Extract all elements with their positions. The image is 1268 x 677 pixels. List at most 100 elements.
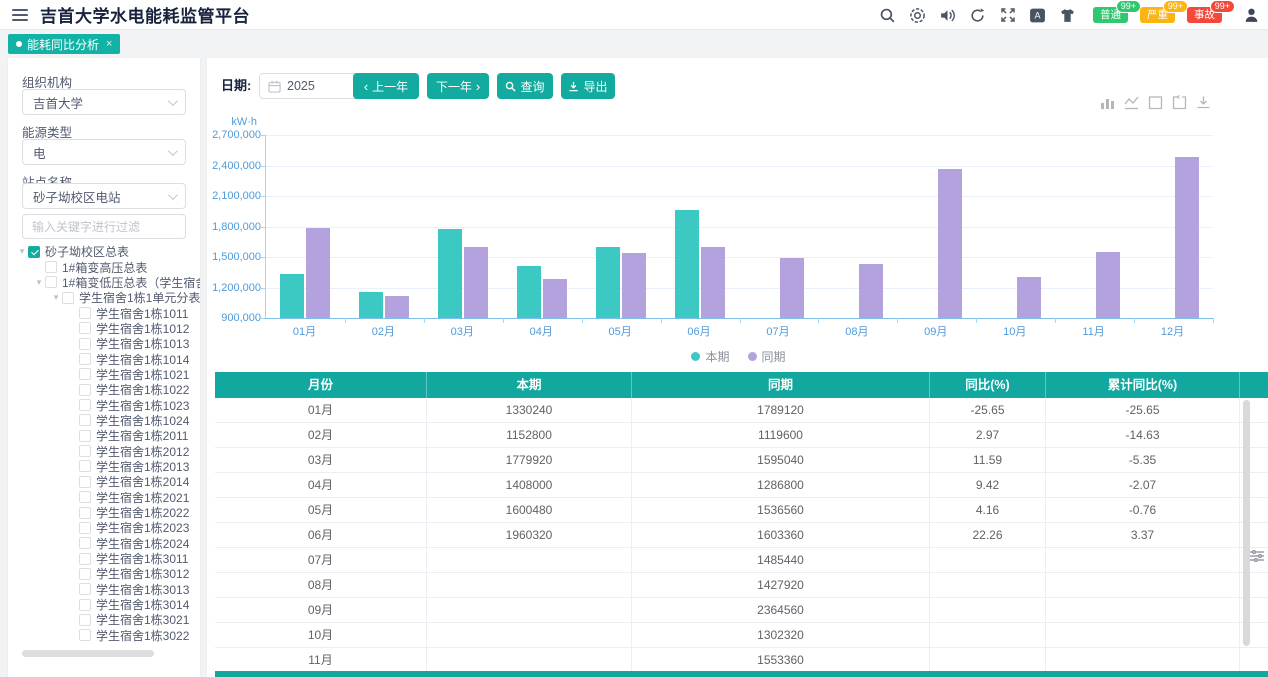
tree-item[interactable]: 学生宿舍1栋3023 bbox=[8, 643, 200, 644]
tree-checkbox[interactable] bbox=[79, 384, 91, 396]
site-name-select[interactable]: 砂子坳校区电站 bbox=[22, 183, 186, 209]
search-icon[interactable] bbox=[879, 7, 896, 24]
tree-item[interactable]: 学生宿舍1栋3021 bbox=[8, 612, 200, 627]
table-row[interactable]: 03月1779920159504011.59-5.35 bbox=[215, 448, 1268, 473]
tree-checkbox[interactable] bbox=[79, 445, 91, 457]
language-icon[interactable]: A bbox=[1029, 7, 1046, 24]
fullscreen-icon[interactable] bbox=[999, 7, 1016, 24]
query-button[interactable]: 查询 bbox=[497, 73, 553, 99]
tree-checkbox[interactable] bbox=[79, 399, 91, 411]
tree-item[interactable]: 学生宿舍1栋2022 bbox=[8, 505, 200, 520]
line-chart-icon[interactable] bbox=[1124, 95, 1139, 110]
data-view-icon[interactable] bbox=[1148, 95, 1163, 110]
caret-down-icon[interactable]: ▾ bbox=[16, 246, 28, 257]
tree-item[interactable]: 学生宿舍1栋1024 bbox=[8, 413, 200, 428]
refresh-icon[interactable] bbox=[969, 7, 986, 24]
tree-item[interactable]: 学生宿舍1栋2021 bbox=[8, 490, 200, 505]
tree-checkbox[interactable] bbox=[79, 614, 91, 626]
tree-filter-input[interactable] bbox=[22, 214, 186, 239]
caret-down-icon[interactable]: ▾ bbox=[50, 292, 62, 303]
user-avatar-icon[interactable] bbox=[1243, 7, 1260, 24]
volume-icon[interactable] bbox=[939, 7, 956, 24]
tree-checkbox[interactable] bbox=[79, 599, 91, 611]
table-row[interactable]: 09月2364560 bbox=[215, 598, 1268, 623]
tree-checkbox[interactable] bbox=[79, 507, 91, 519]
legend-item-本期[interactable]: 本期 bbox=[691, 348, 729, 365]
tree-checkbox[interactable] bbox=[79, 322, 91, 334]
tree-item[interactable]: 学生宿舍1栋2024 bbox=[8, 536, 200, 551]
tree-item[interactable]: ▾砂子坳校区总表 bbox=[8, 244, 200, 259]
caret-down-icon[interactable]: ▾ bbox=[33, 277, 45, 288]
table-row[interactable]: 05月160048015365604.16-0.76 bbox=[215, 498, 1268, 523]
tree-item[interactable]: 学生宿舍1栋3011 bbox=[8, 551, 200, 566]
tab-energy-yoy-analysis[interactable]: 能耗同比分析 × bbox=[8, 34, 120, 54]
restore-icon[interactable] bbox=[1172, 95, 1187, 110]
tree-item[interactable]: 学生宿舍1栋1021 bbox=[8, 367, 200, 382]
tree-item[interactable]: 学生宿舍1栋1022 bbox=[8, 382, 200, 397]
bar-chart-icon[interactable] bbox=[1100, 95, 1115, 110]
table-row[interactable]: 07月1485440 bbox=[215, 548, 1268, 573]
tree-checkbox[interactable] bbox=[79, 353, 91, 365]
tree-item[interactable]: 学生宿舍1栋3022 bbox=[8, 628, 200, 643]
tree-checkbox[interactable] bbox=[45, 261, 57, 273]
table-row[interactable]: 02月115280011196002.97-14.63 bbox=[215, 423, 1268, 448]
tree-checkbox[interactable] bbox=[79, 476, 91, 488]
table-row[interactable]: 08月1427920 bbox=[215, 573, 1268, 598]
tree-checkbox[interactable] bbox=[79, 307, 91, 319]
table-settings-icon[interactable] bbox=[1249, 548, 1265, 564]
alarm-badge-普通[interactable]: 普通99+ bbox=[1093, 7, 1128, 23]
year-input[interactable] bbox=[287, 79, 347, 93]
tab-close-icon[interactable]: × bbox=[106, 38, 112, 50]
tree-item[interactable]: 学生宿舍1栋3013 bbox=[8, 582, 200, 597]
table-vertical-scrollbar[interactable] bbox=[1243, 400, 1250, 646]
tree-checkbox[interactable] bbox=[79, 414, 91, 426]
tree-checkbox[interactable] bbox=[79, 522, 91, 534]
tree-checkbox[interactable] bbox=[79, 553, 91, 565]
tree-checkbox[interactable] bbox=[45, 276, 57, 288]
tree-item[interactable]: 学生宿舍1栋2023 bbox=[8, 520, 200, 535]
tree-checkbox[interactable] bbox=[28, 246, 40, 258]
next-year-button[interactable]: 下一年 › bbox=[427, 73, 489, 99]
date-input[interactable] bbox=[259, 73, 359, 99]
tree-checkbox[interactable] bbox=[79, 338, 91, 350]
tree-checkbox[interactable] bbox=[79, 583, 91, 595]
tree-item[interactable]: 学生宿舍1栋2012 bbox=[8, 443, 200, 458]
menu-toggle-icon[interactable] bbox=[12, 9, 28, 21]
record-icon[interactable] bbox=[909, 7, 926, 24]
alarm-badge-严重[interactable]: 严重99+ bbox=[1140, 7, 1175, 23]
export-button[interactable]: 导出 bbox=[561, 73, 615, 99]
prev-year-button[interactable]: ‹ 上一年 bbox=[353, 73, 419, 99]
tree-item[interactable]: 学生宿舍1栋1014 bbox=[8, 351, 200, 366]
theme-icon[interactable] bbox=[1059, 7, 1076, 24]
tree-checkbox[interactable] bbox=[79, 430, 91, 442]
save-image-icon[interactable] bbox=[1196, 95, 1211, 110]
table-row[interactable]: 04月140800012868009.42-2.07 bbox=[215, 473, 1268, 498]
tree-checkbox[interactable] bbox=[79, 368, 91, 380]
tree-checkbox[interactable] bbox=[79, 460, 91, 472]
tree-item[interactable]: 学生宿舍1栋1013 bbox=[8, 336, 200, 351]
table-row[interactable]: 01月13302401789120-25.65-25.65 bbox=[215, 398, 1268, 423]
alarm-badge-事故[interactable]: 事故99+ bbox=[1187, 7, 1222, 23]
tree-item[interactable]: 学生宿舍1栋3012 bbox=[8, 566, 200, 581]
energy-type-select[interactable]: 电 bbox=[22, 139, 186, 165]
tree-checkbox[interactable] bbox=[79, 491, 91, 503]
tree-item[interactable]: 1#箱变高压总表 bbox=[8, 259, 200, 274]
tree-item[interactable]: ▾学生宿舍1栋1单元分表 bbox=[8, 290, 200, 305]
table-row[interactable]: 10月1302320 bbox=[215, 623, 1268, 648]
sidebar-horizontal-scrollbar[interactable] bbox=[22, 650, 154, 657]
table-row[interactable]: 06月1960320160336022.263.37 bbox=[215, 523, 1268, 548]
tree-checkbox[interactable] bbox=[62, 292, 74, 304]
legend-item-同期[interactable]: 同期 bbox=[748, 348, 786, 365]
table-row[interactable]: 11月1553360 bbox=[215, 648, 1268, 673]
org-select[interactable]: 吉首大学 bbox=[22, 89, 186, 115]
tree-checkbox[interactable] bbox=[79, 537, 91, 549]
tree-item[interactable]: 学生宿舍1栋2014 bbox=[8, 474, 200, 489]
tree-item[interactable]: ▾1#箱变低压总表（学生宿舍1,2,9栋） bbox=[8, 275, 200, 290]
tree-item[interactable]: 学生宿舍1栋2011 bbox=[8, 428, 200, 443]
tree-item[interactable]: 学生宿舍1栋3014 bbox=[8, 597, 200, 612]
tree-checkbox[interactable] bbox=[79, 568, 91, 580]
tree-item[interactable]: 学生宿舍1栋1011 bbox=[8, 305, 200, 320]
tree-item[interactable]: 学生宿舍1栋1023 bbox=[8, 397, 200, 412]
tree-checkbox[interactable] bbox=[79, 629, 91, 641]
tree-item[interactable]: 学生宿舍1栋2013 bbox=[8, 459, 200, 474]
